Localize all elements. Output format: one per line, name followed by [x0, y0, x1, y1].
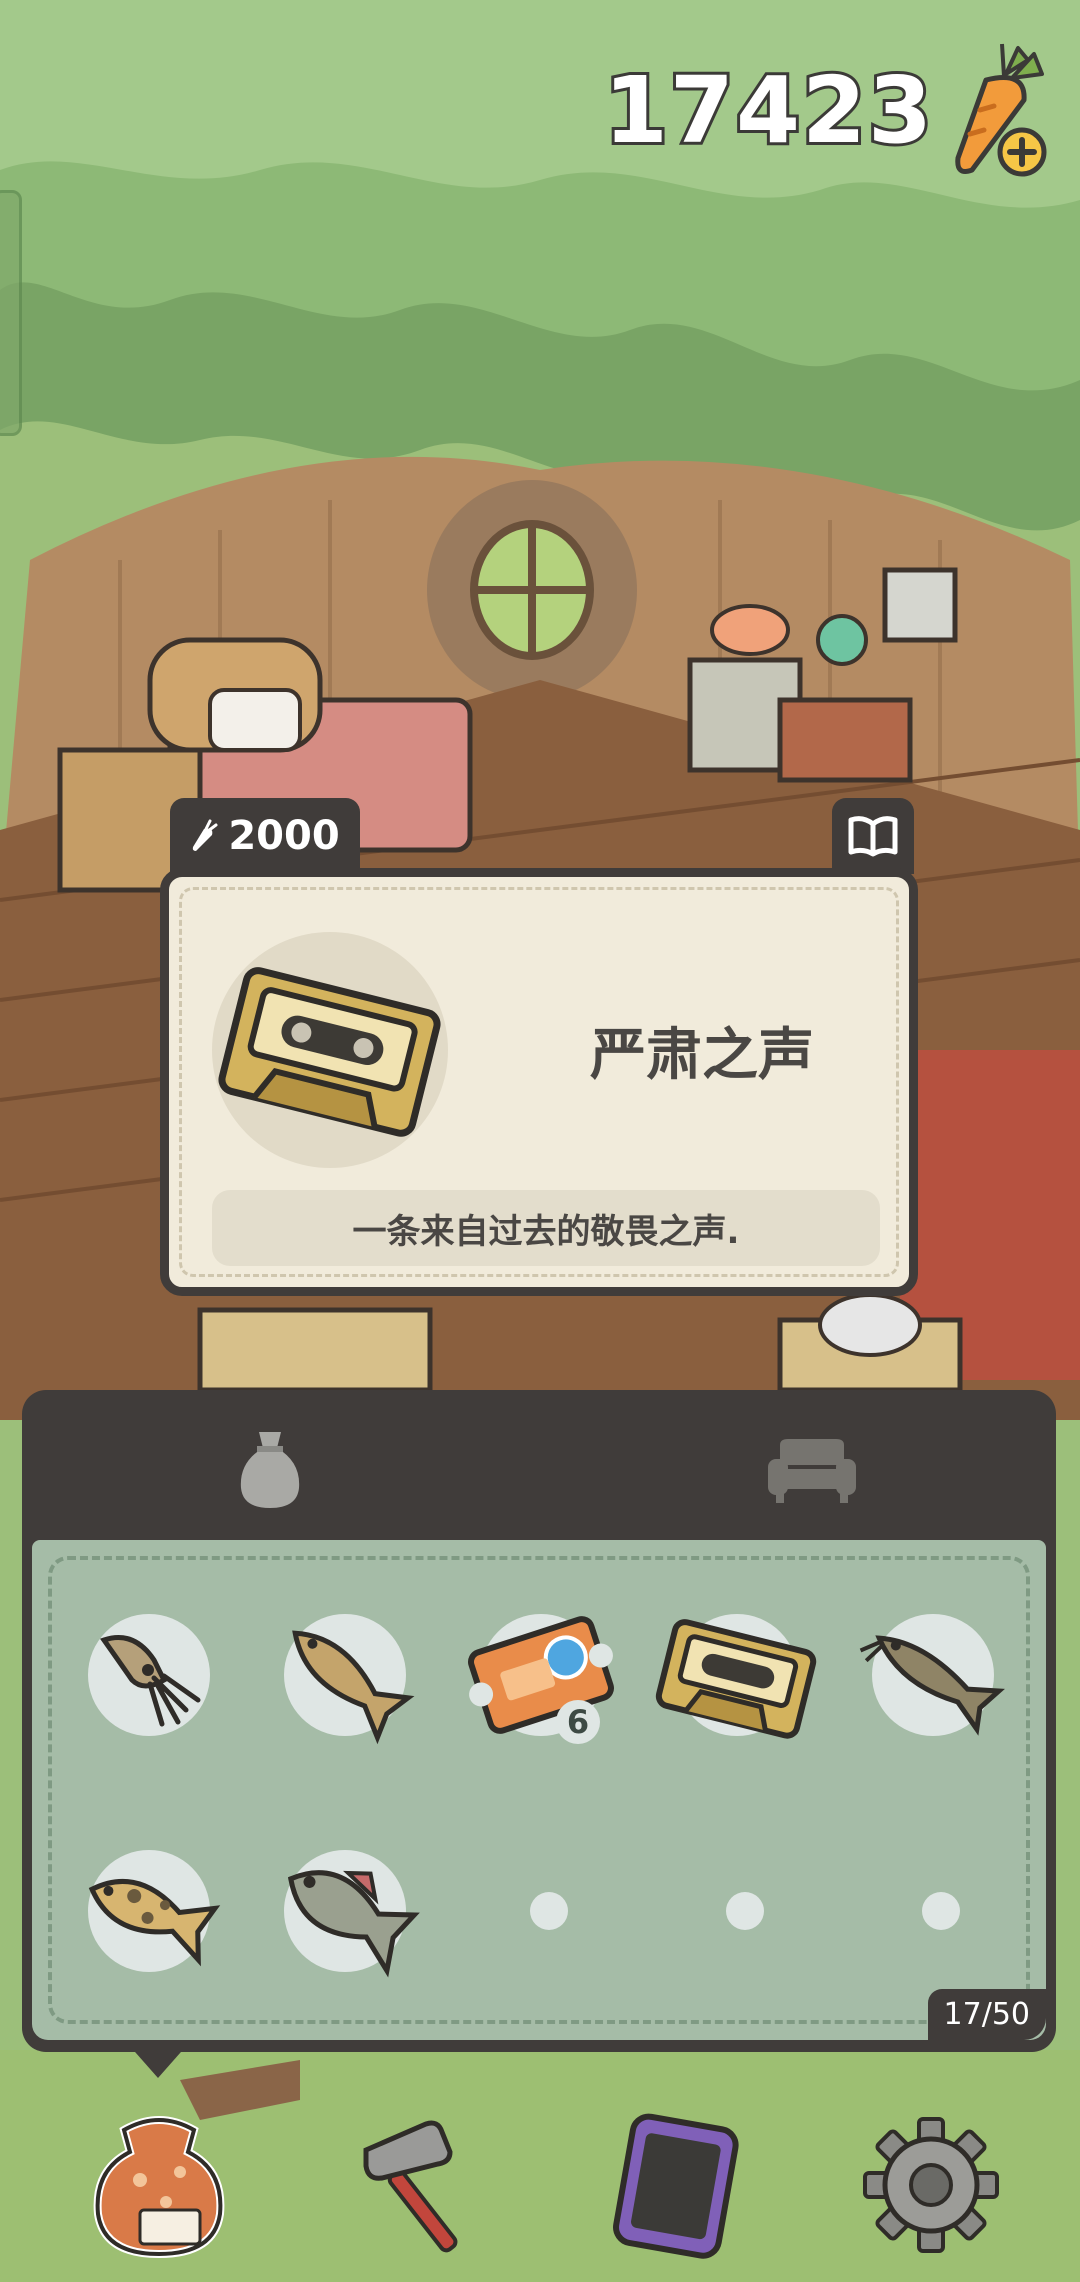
tab-bag[interactable]: [210, 1420, 330, 1520]
carrot-plus-icon[interactable]: [946, 40, 1056, 180]
gear-icon: [863, 2117, 999, 2253]
cassette-tape-icon: [655, 1619, 817, 1739]
carrot-count: 17423: [601, 54, 935, 167]
inventory-slot-spotted-fish[interactable]: [88, 1850, 221, 1972]
inventory-slot-empty[interactable]: [726, 1892, 764, 1930]
tab-furniture[interactable]: [752, 1420, 872, 1520]
bag-tab-icon: [240, 1432, 300, 1508]
nav-build-button[interactable]: [346, 2110, 496, 2260]
inventory-slot-cassette[interactable]: [655, 1614, 817, 1739]
inventory-slot-catfish[interactable]: [859, 1614, 1005, 1736]
nav-phone-button[interactable]: [600, 2110, 750, 2260]
inventory-slot-empty[interactable]: [530, 1892, 568, 1930]
bass-fish-icon: [287, 1870, 420, 1978]
book-icon: [848, 816, 898, 857]
item-detail-frame: 严肃之声 一条来自过去的敬畏之声.: [179, 887, 899, 1277]
item-description: 一条来自过去的敬畏之声.: [212, 1190, 880, 1266]
phone-icon: [613, 2113, 739, 2259]
hammer-icon: [363, 2120, 458, 2253]
catfish-icon: [859, 1635, 1005, 1736]
inventory-grid: 6 17/50: [32, 1540, 1046, 2040]
side-drawer-tab[interactable]: [0, 190, 22, 436]
inventory-tabs: [22, 1390, 1056, 1540]
item-name: 严肃之声: [590, 1023, 814, 1088]
price-tag: 2000: [170, 798, 360, 874]
item-detail-card: 严肃之声 一条来自过去的敬畏之声.: [160, 868, 918, 1296]
inventory-slot-ticket[interactable]: 6: [468, 1614, 614, 1744]
nav-settings-button[interactable]: [856, 2110, 1006, 2260]
inventory-capacity: 17/50: [927, 1989, 1046, 2040]
inventory-slot-cod[interactable]: [284, 1614, 415, 1745]
inventory-slot-empty[interactable]: [922, 1892, 960, 1930]
nav-bag-button[interactable]: [84, 2110, 234, 2260]
cassette-tape-icon: [218, 967, 441, 1137]
spotted-fish-icon: [88, 1878, 221, 1967]
inventory-slot-squid[interactable]: [88, 1614, 210, 1736]
squid-icon: [100, 1635, 201, 1727]
inventory-panel: 6 17/50: [22, 1390, 1056, 2052]
item-detail-icon: [212, 932, 448, 1168]
inventory-slot-bass[interactable]: [284, 1850, 420, 1978]
price-value: 2000: [228, 813, 340, 859]
carrot-currency: 17423: [601, 40, 1056, 180]
furniture-tab-icon: [768, 1439, 856, 1503]
cod-fish-icon: [292, 1630, 415, 1745]
panel-pointer: [128, 2044, 188, 2078]
item-quantity-badge: 6: [556, 1700, 600, 1744]
bag-icon: [93, 2116, 225, 2259]
encyclopedia-button[interactable]: [832, 798, 914, 874]
carrot-icon: [193, 819, 218, 851]
